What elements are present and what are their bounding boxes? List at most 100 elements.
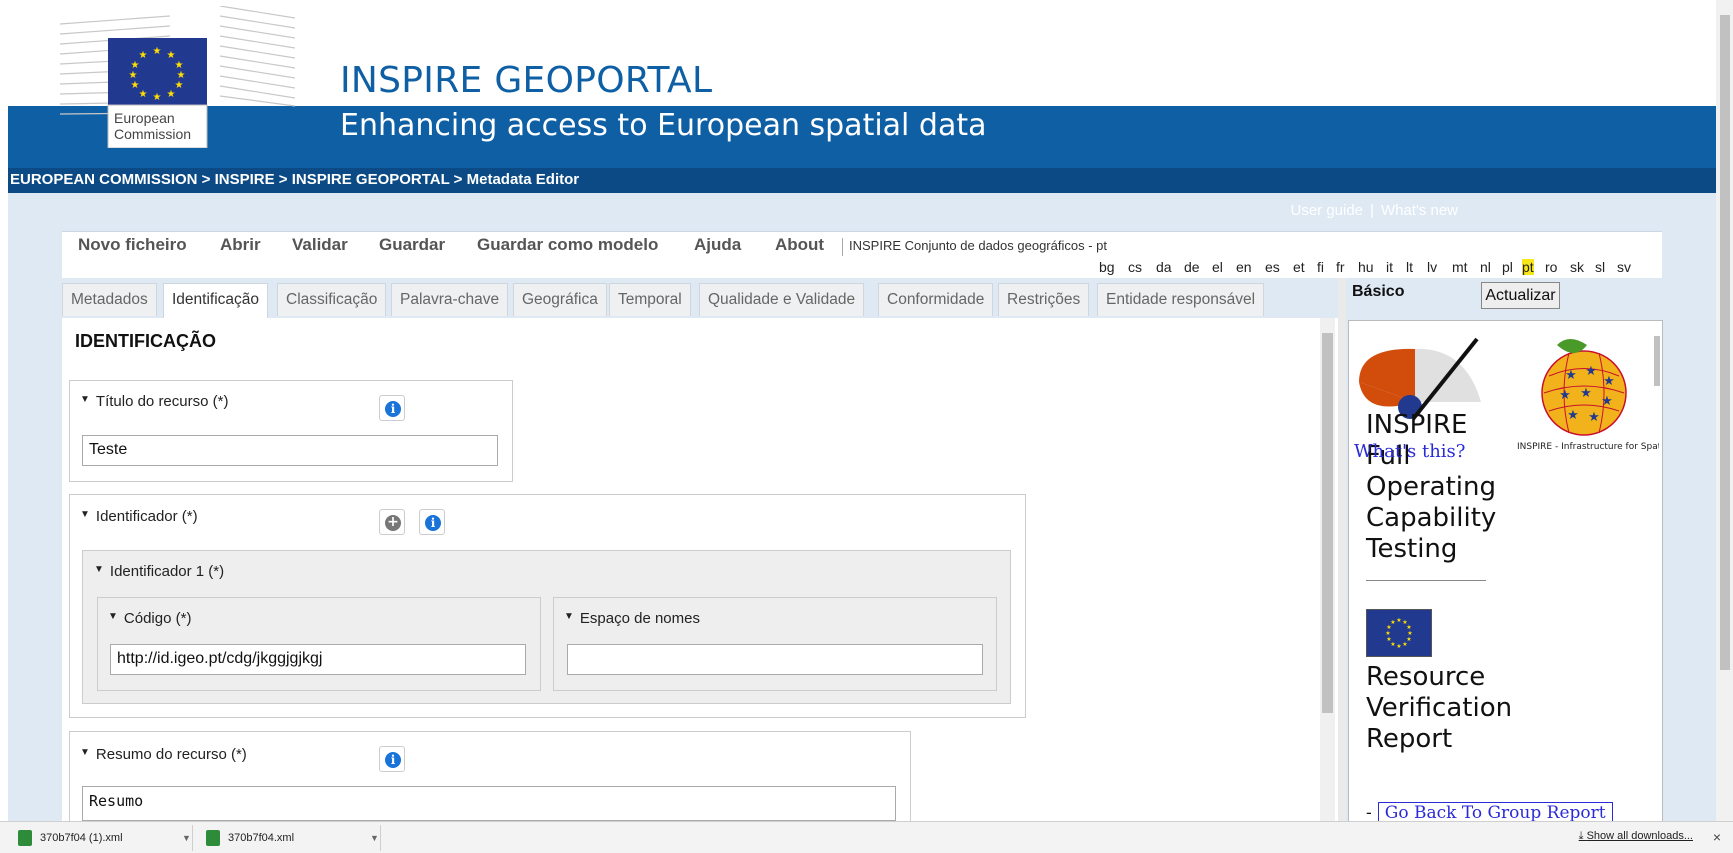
panel-splitter[interactable]: [1338, 278, 1346, 821]
lang-sk[interactable]: sk: [1570, 259, 1584, 275]
svg-text:★: ★: [1588, 409, 1600, 424]
lang-mt[interactable]: mt: [1452, 259, 1468, 275]
lang-el[interactable]: el: [1212, 259, 1223, 275]
report-scrollbar-thumb[interactable]: [1654, 336, 1660, 386]
lang-de[interactable]: de: [1184, 259, 1200, 275]
tab-classificacao[interactable]: Classificação: [277, 283, 387, 316]
lang-it[interactable]: it: [1386, 259, 1393, 275]
whats-this-link[interactable]: What's this?: [1354, 441, 1465, 462]
collapse-triangle-icon[interactable]: ▼: [80, 747, 90, 758]
titulo-label[interactable]: ▼ Título do recurso (*): [80, 393, 228, 410]
page-scrollbar-thumb[interactable]: [1720, 15, 1730, 670]
svg-text:★: ★: [167, 89, 176, 100]
menu-new-file[interactable]: Novo ficheiro: [78, 235, 187, 255]
menu-save[interactable]: Guardar: [379, 235, 445, 255]
svg-text:★: ★: [131, 60, 140, 71]
european-commission-logo[interactable]: ★ ★★★ ★★★★ ★★★★ European Commission: [60, 6, 295, 148]
menu-help[interactable]: Ajuda: [694, 235, 741, 255]
collapse-triangle-icon[interactable]: ▼: [564, 611, 574, 622]
tab-qualidade-validade[interactable]: Qualidade e Validade: [699, 283, 865, 316]
svg-text:★: ★: [1386, 636, 1391, 643]
lang-lt[interactable]: lt: [1406, 259, 1413, 275]
svg-text:★: ★: [1559, 387, 1571, 402]
lang-en[interactable]: en: [1236, 259, 1252, 275]
resumo-textarea[interactable]: Resumo: [82, 786, 896, 821]
codigo-input[interactable]: http://id.igeo.pt/cdg/jkggjgjkgj: [110, 644, 526, 675]
info-icon: i: [385, 401, 401, 417]
svg-text:★: ★: [1565, 367, 1577, 382]
lang-bg[interactable]: bg: [1099, 259, 1115, 275]
menu-open[interactable]: Abrir: [220, 235, 261, 255]
lang-es[interactable]: es: [1265, 259, 1280, 275]
chevron-down-icon[interactable]: ▼: [182, 825, 191, 851]
lang-sl[interactable]: sl: [1595, 259, 1605, 275]
eu-flag-icon: ★ ★★★ ★★★★ ★★★★: [1366, 609, 1432, 657]
lang-sv[interactable]: sv: [1617, 259, 1631, 275]
lang-pt-selected[interactable]: pt: [1522, 259, 1534, 275]
lang-da[interactable]: da: [1156, 259, 1172, 275]
tab-restricoes[interactable]: Restrições: [998, 283, 1090, 316]
menu-validate[interactable]: Validar: [292, 235, 348, 255]
menu-about[interactable]: About: [775, 235, 824, 255]
downloads-bar: 370b7f04 (1).xml ▼ 370b7f04.xml ▼: [0, 821, 1733, 853]
svg-text:★: ★: [1603, 373, 1615, 388]
resumo-info-button[interactable]: i: [379, 746, 405, 772]
identificador-info-button[interactable]: i: [419, 509, 445, 535]
tab-identificacao[interactable]: Identificação: [163, 283, 269, 318]
menu-save-as-template[interactable]: Guardar como modelo: [477, 235, 658, 255]
close-icon[interactable]: ×: [1713, 829, 1721, 845]
svg-text:★: ★: [131, 80, 140, 91]
info-icon: i: [385, 752, 401, 768]
whats-new-link[interactable]: What's new: [1381, 202, 1458, 219]
xml-file-icon: [18, 830, 32, 846]
svg-text:★: ★: [1396, 617, 1401, 624]
lang-et[interactable]: et: [1293, 259, 1305, 275]
tab-metadados[interactable]: Metadados: [62, 283, 157, 316]
collapse-triangle-icon[interactable]: ▼: [80, 394, 90, 405]
lang-cs[interactable]: cs: [1128, 259, 1142, 275]
form-scrollbar-thumb[interactable]: [1322, 333, 1333, 713]
svg-text:★: ★: [1390, 619, 1395, 626]
refresh-button[interactable]: Actualizar: [1481, 282, 1560, 309]
titulo-info-button[interactable]: i: [379, 395, 405, 421]
identificador1-label[interactable]: ▼ Identificador 1 (*): [94, 563, 224, 580]
breadcrumb[interactable]: EUROPEAN COMMISSION > INSPIRE > INSPIRE …: [10, 171, 579, 188]
user-guide-link[interactable]: User guide: [1290, 202, 1363, 219]
svg-text:★: ★: [129, 70, 138, 81]
tab-palavra-chave[interactable]: Palavra-chave: [391, 283, 509, 316]
lang-hu[interactable]: hu: [1358, 259, 1374, 275]
collapse-triangle-icon[interactable]: ▼: [80, 509, 90, 520]
go-back-row: - Go Back To Group Report: [1366, 802, 1613, 824]
tab-entidade-responsavel[interactable]: Entidade responsável: [1097, 283, 1265, 316]
chevron-down-icon[interactable]: ▼: [370, 825, 379, 851]
codigo-label[interactable]: ▼ Código (*): [108, 610, 191, 627]
download-item[interactable]: 370b7f04 (1).xml ▼: [10, 825, 193, 851]
lang-nl[interactable]: nl: [1480, 259, 1491, 275]
lang-lv[interactable]: lv: [1427, 259, 1437, 275]
espaco-nomes-label[interactable]: ▼ Espaço de nomes: [564, 610, 700, 627]
header-links: User guide | What's new: [1290, 202, 1458, 219]
lang-fr[interactable]: fr: [1336, 259, 1345, 275]
svg-text:★: ★: [1407, 630, 1412, 637]
svg-text:★: ★: [1385, 630, 1390, 637]
collapse-triangle-icon[interactable]: ▼: [94, 564, 104, 575]
download-item[interactable]: 370b7f04.xml ▼: [198, 825, 381, 851]
lang-pl[interactable]: pl: [1502, 259, 1513, 275]
tab-geografica[interactable]: Geográfica: [513, 283, 607, 316]
collapse-triangle-icon[interactable]: ▼: [108, 611, 118, 622]
lang-fi[interactable]: fi: [1317, 259, 1324, 275]
document-type-label: INSPIRE Conjunto de dados geográficos - …: [842, 238, 1107, 256]
add-identificador-button[interactable]: +: [379, 509, 405, 535]
tab-temporal[interactable]: Temporal: [609, 283, 691, 316]
lang-ro[interactable]: ro: [1545, 259, 1557, 275]
svg-text:★: ★: [139, 89, 148, 100]
svg-text:★: ★: [1601, 393, 1613, 408]
show-all-downloads-link[interactable]: ⤓ Show all downloads...: [1579, 830, 1693, 843]
identificador-label[interactable]: ▼ Identificador (*): [80, 508, 198, 525]
svg-text:★: ★: [1580, 385, 1592, 400]
titulo-input[interactable]: Teste: [82, 435, 498, 466]
espaco-nomes-input[interactable]: [567, 644, 983, 675]
svg-text:★: ★: [1396, 643, 1401, 650]
tab-conformidade[interactable]: Conformidade: [878, 283, 994, 316]
resumo-label[interactable]: ▼ Resumo do recurso (*): [80, 746, 247, 763]
